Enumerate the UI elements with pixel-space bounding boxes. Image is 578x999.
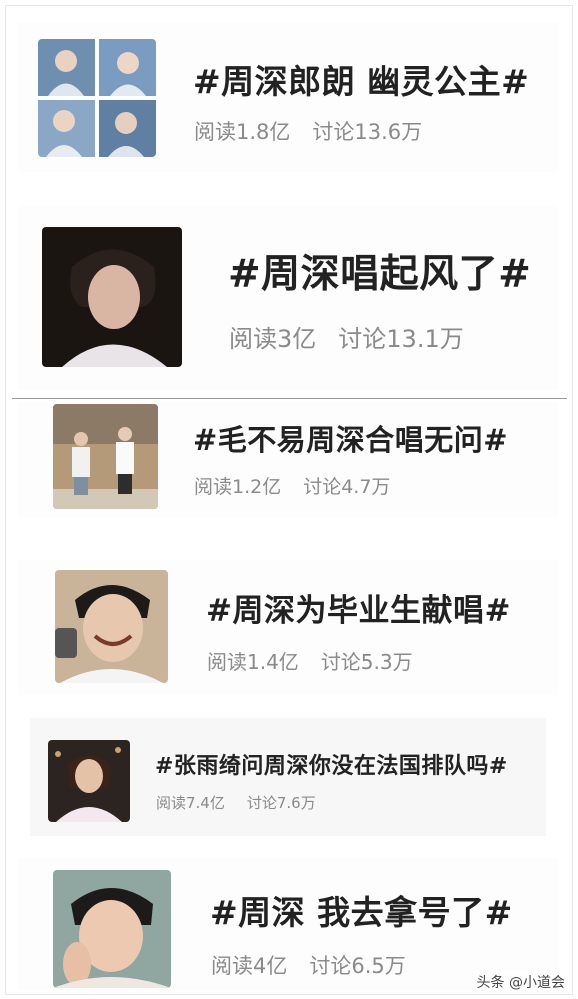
- topic-stats: 阅读1.8亿 讨论13.6万: [194, 116, 422, 146]
- discuss-count: 讨论4.7万: [303, 476, 391, 498]
- topic-title[interactable]: #张雨绮问周深你没在法国排队吗#: [155, 748, 508, 780]
- discuss-count: 讨论5.3万: [320, 650, 413, 674]
- read-count: 阅读1.8亿: [194, 120, 291, 144]
- read-count: 阅读7.4亿: [156, 794, 225, 812]
- topic-title[interactable]: #周深为毕业生献唱#: [206, 585, 511, 630]
- divider: [12, 398, 567, 399]
- read-count: 阅读3亿: [229, 325, 317, 353]
- read-count: 阅读4亿: [211, 954, 288, 978]
- topic-stats: 阅读1.4亿 讨论5.3万: [207, 646, 413, 675]
- topic-stats: 阅读4亿 讨论6.5万: [211, 950, 406, 980]
- topic-card-4[interactable]: #周深为毕业生献唱# 阅读1.4亿 讨论5.3万: [18, 560, 558, 695]
- topic-card-1[interactable]: #周深郎朗 幽灵公主# 阅读1.8亿 讨论13.6万: [18, 22, 558, 172]
- stage-photo-icon: [53, 404, 158, 509]
- discuss-count: 讨论13.6万: [312, 120, 423, 144]
- topic-card-5[interactable]: #张雨绮问周深你没在法国排队吗# 阅读7.4亿 讨论7.6万: [30, 718, 546, 836]
- face-photo-icon: [53, 870, 171, 988]
- topic-title[interactable]: #周深唱起风了#: [228, 243, 531, 299]
- topic-title[interactable]: #周深 我去拿号了#: [210, 886, 513, 934]
- discuss-count: 讨论13.1万: [338, 325, 464, 353]
- topic-stats: 阅读7.4亿 讨论7.6万: [156, 792, 316, 813]
- topic-stats: 阅读3亿 讨论13.1万: [229, 319, 464, 354]
- watermark: 头条 @小道会: [473, 971, 568, 993]
- topic-card-3[interactable]: #毛不易周深合唱无问# 阅读1.2亿 讨论4.7万: [18, 402, 558, 517]
- woman-photo-icon: [48, 740, 130, 822]
- read-count: 阅读1.4亿: [207, 650, 299, 674]
- topic-title[interactable]: #周深郎朗 幽灵公主#: [193, 55, 529, 103]
- portrait-photo-icon: [42, 227, 182, 367]
- topic-title[interactable]: #毛不易周深合唱无问#: [193, 417, 508, 459]
- discuss-count: 讨论7.6万: [246, 794, 316, 812]
- photo-collage-icon: [38, 39, 156, 157]
- discuss-count: 讨论6.5万: [309, 954, 406, 978]
- smiling-photo-icon: [55, 570, 168, 683]
- topic-stats: 阅读1.2亿 讨论4.7万: [194, 472, 390, 499]
- read-count: 阅读1.2亿: [194, 476, 282, 498]
- topic-card-2[interactable]: #周深唱起风了# 阅读3亿 讨论13.1万: [18, 205, 558, 390]
